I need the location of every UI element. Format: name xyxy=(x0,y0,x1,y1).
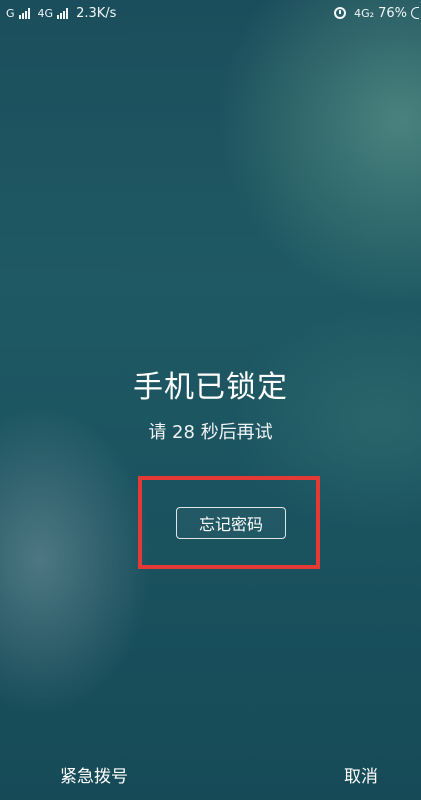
retry-prefix: 请 xyxy=(148,422,167,443)
carrier-2-label: 4G xyxy=(37,6,54,20)
lock-title: 手机已锁定 xyxy=(133,370,288,405)
alarm-clock-icon xyxy=(334,7,347,19)
forgot-password-button[interactable]: 忘记密码 xyxy=(176,507,286,539)
status-bar-right: 4G₂ 76% xyxy=(334,6,421,21)
emergency-call-button[interactable]: 紧急拨号 xyxy=(60,762,128,787)
status-bar: G 4G 2.3K/s 4G₂ 76% xyxy=(0,0,421,26)
network-type-label: 4G₂ xyxy=(354,6,375,20)
carrier-1-label: G xyxy=(6,6,15,20)
status-bar-left: G 4G 2.3K/s xyxy=(0,6,116,21)
network-speed: 2.3K/s xyxy=(76,5,117,21)
battery-icon xyxy=(411,7,419,19)
signal-icon xyxy=(57,7,69,19)
cancel-button[interactable]: 取消 xyxy=(344,762,378,787)
retry-suffix: 秒后再试 xyxy=(200,422,273,443)
retry-seconds: 28 xyxy=(172,422,195,443)
retry-countdown: 请 28 秒后再试 xyxy=(0,418,421,444)
signal-icon xyxy=(18,7,30,19)
battery-percentage: 76% xyxy=(378,5,407,21)
